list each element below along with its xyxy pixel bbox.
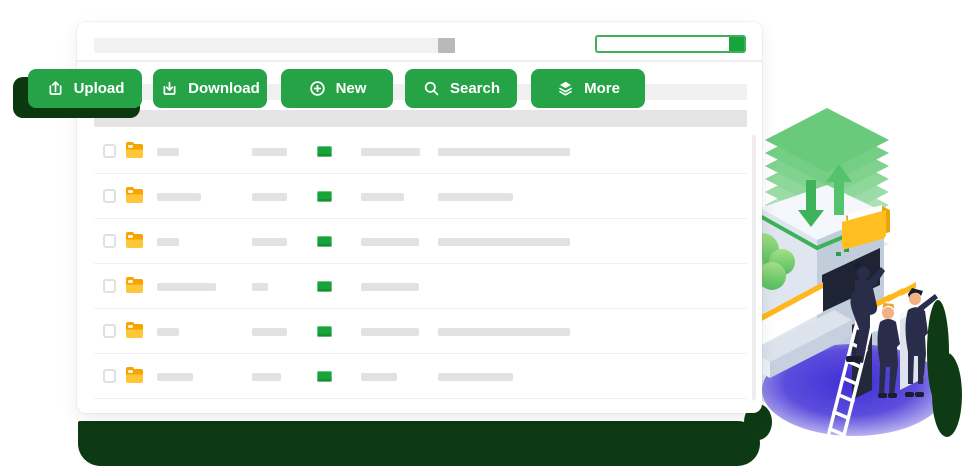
new-button-label: New	[335, 80, 367, 97]
bottom-accent-band	[78, 421, 760, 466]
placeholder-bar	[438, 328, 570, 336]
progress-fill	[729, 37, 744, 51]
placeholder-bar	[252, 148, 287, 156]
status-badge	[317, 191, 332, 202]
upload-button-label: Upload	[73, 80, 125, 97]
address-bar-button[interactable]	[438, 38, 455, 53]
plus-circle-icon	[309, 81, 325, 96]
placeholder-bar	[157, 148, 179, 156]
download-icon	[163, 81, 176, 95]
table-row[interactable]	[94, 174, 747, 219]
folder-icon	[126, 367, 143, 383]
scrollbar-track[interactable]	[752, 135, 756, 400]
row-checkbox[interactable]	[103, 324, 116, 338]
address-bar[interactable]	[94, 38, 455, 53]
search-button-label: Search	[449, 80, 501, 97]
table-row[interactable]	[94, 354, 747, 399]
page: Upload Download New Search More	[0, 0, 968, 466]
placeholder-bar	[438, 193, 513, 201]
search-icon	[424, 81, 439, 96]
folder-icon	[126, 187, 143, 203]
status-badge	[317, 236, 332, 247]
more-button[interactable]: More	[531, 69, 645, 108]
window-top-bar	[77, 22, 762, 62]
status-badge	[317, 281, 332, 292]
row-checkbox[interactable]	[103, 279, 116, 293]
placeholder-bar	[438, 148, 570, 156]
row-checkbox[interactable]	[103, 234, 116, 248]
table-row[interactable]	[94, 129, 747, 174]
placeholder-bar	[361, 373, 397, 381]
placeholder-bar	[252, 328, 287, 336]
placeholder-bar	[361, 193, 404, 201]
search-button[interactable]: Search	[405, 69, 517, 108]
download-button[interactable]: Download	[153, 69, 267, 108]
download-button-label: Download	[188, 80, 260, 97]
upload-icon	[49, 81, 62, 95]
row-checkbox[interactable]	[103, 369, 116, 383]
placeholder-bar	[157, 328, 179, 336]
folder-icon	[126, 322, 143, 338]
table-row[interactable]	[94, 264, 747, 309]
placeholder-bar	[252, 193, 287, 201]
placeholder-bar	[252, 373, 281, 381]
placeholder-bar	[361, 328, 419, 336]
folder-icon	[126, 277, 143, 293]
table-header-bar	[94, 110, 747, 127]
placeholder-bar	[361, 148, 420, 156]
row-checkbox[interactable]	[103, 189, 116, 203]
new-button[interactable]: New	[281, 69, 393, 108]
placeholder-bar	[438, 373, 513, 381]
filing-illustration	[742, 108, 962, 453]
placeholder-bar	[157, 193, 201, 201]
status-badge	[317, 146, 332, 157]
folder-icon	[126, 232, 143, 248]
placeholder-bar	[157, 283, 216, 291]
placeholder-bar	[438, 238, 570, 246]
status-badge	[317, 326, 332, 337]
placeholder-bar	[157, 238, 179, 246]
placeholder-bar	[361, 238, 419, 246]
table-row[interactable]	[94, 219, 747, 264]
more-button-label: More	[584, 80, 620, 97]
upload-button[interactable]: Upload	[28, 69, 142, 108]
status-badge	[317, 371, 332, 382]
row-checkbox[interactable]	[103, 144, 116, 158]
progress-bar	[595, 35, 746, 53]
placeholder-bar	[157, 373, 193, 381]
placeholder-bar	[252, 283, 268, 291]
file-table	[94, 129, 747, 399]
layers-icon	[559, 81, 572, 96]
placeholder-bar	[252, 238, 287, 246]
table-row[interactable]	[94, 309, 747, 354]
placeholder-bar	[361, 283, 419, 291]
folder-icon	[126, 142, 143, 158]
